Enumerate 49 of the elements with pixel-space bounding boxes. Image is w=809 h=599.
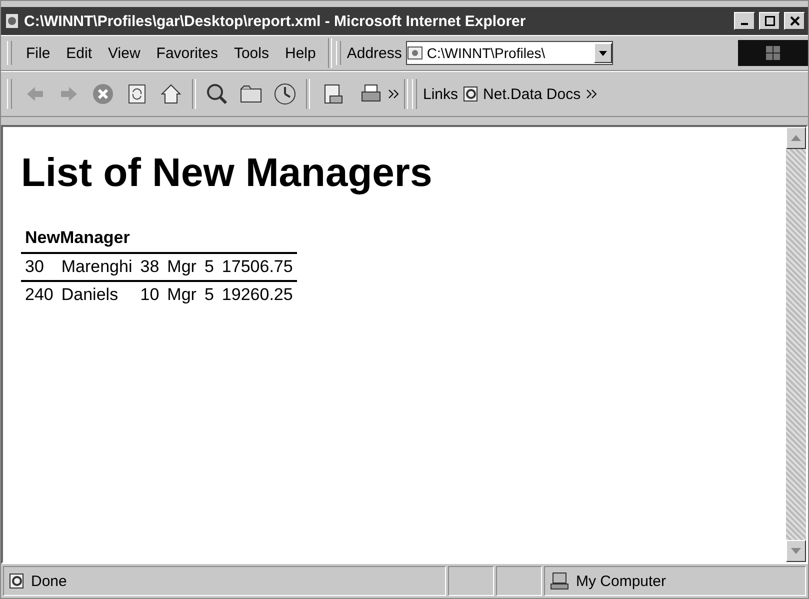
table-cell: Mgr (163, 281, 200, 308)
caret-icon[interactable] (598, 50, 608, 58)
link-button[interactable]: Net.Data Docs (458, 86, 586, 102)
page-icon (4, 13, 20, 29)
maximize-button[interactable] (759, 12, 780, 30)
stop-icon[interactable] (91, 82, 115, 106)
minimize-button[interactable] (734, 12, 755, 30)
menu-item[interactable]: File (18, 42, 58, 64)
table-cell: 38 (136, 253, 164, 281)
table-cell: Marenghi (57, 253, 136, 281)
table-cell: 19260.25 (218, 281, 297, 308)
column-header: NewManager (21, 226, 297, 253)
maximize-icon[interactable] (764, 16, 774, 26)
history-icon[interactable] (273, 82, 297, 106)
links-label: Links (423, 86, 458, 102)
status-pane (448, 566, 494, 596)
table-cell: 5 (200, 253, 218, 281)
computer-icon (550, 572, 570, 590)
chevron-icon[interactable] (388, 88, 400, 100)
table-cell: 17506.75 (218, 253, 297, 281)
menu-item[interactable]: Help (277, 42, 324, 64)
chevron-icon[interactable] (586, 88, 598, 100)
home-icon[interactable] (159, 82, 183, 106)
menu-item[interactable]: Tools (226, 42, 277, 64)
menu-item[interactable]: View (100, 42, 148, 64)
table-cell: Daniels (57, 281, 136, 308)
page-icon (406, 45, 423, 61)
table-cell: 240 (21, 281, 58, 308)
address-label: Address (346, 44, 402, 62)
status-pane (496, 566, 542, 596)
dropdown-button[interactable] (594, 43, 612, 63)
page-icon (9, 573, 25, 589)
search-icon[interactable] (205, 82, 229, 106)
address-value: C:\WINNT\Profiles\ (426, 45, 546, 61)
page-icon[interactable] (463, 86, 480, 102)
status-text: Done (31, 572, 67, 590)
logo-icon (738, 40, 808, 66)
table-cell: Mgr (163, 253, 200, 281)
address-field[interactable]: C:\WINNT\Profiles\ (406, 41, 613, 65)
menu-item[interactable]: Edit (58, 42, 100, 64)
table-cell: 10 (136, 281, 164, 308)
table-cell: 5 (200, 281, 218, 308)
close-icon[interactable] (790, 16, 800, 26)
zone-text: My Computer (576, 572, 666, 590)
close-button[interactable] (784, 12, 805, 30)
table-cell: 30 (21, 253, 58, 281)
page-heading: List of New Managers (21, 151, 434, 196)
menu-item[interactable]: Favorites (148, 42, 226, 64)
window-title: C:\WINNT\Profiles\gar\Desktop\report.xml - Microsoft Internet Explorer (24, 12, 527, 30)
